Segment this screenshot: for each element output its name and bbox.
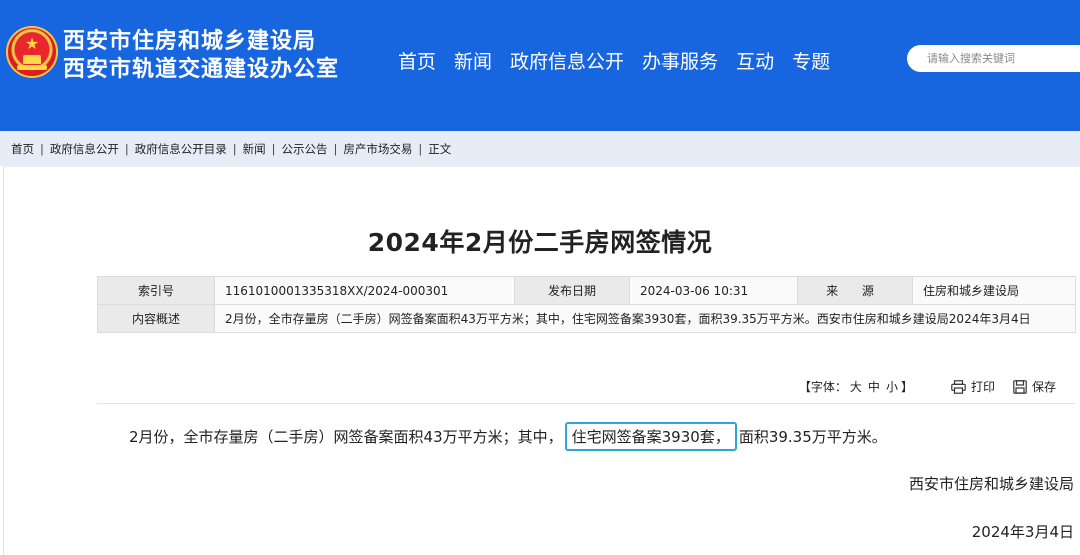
breadcrumb-separator: | [232,141,237,156]
nav-item-home[interactable]: 首页 [398,48,436,76]
nav-item-topics[interactable]: 专题 [792,48,830,76]
save-button[interactable]: 保存 [1013,378,1056,395]
breadcrumb: 首页 | 政府信息公开 | 政府信息公开目录 | 新闻 | 公示公告 | 房产市… [0,131,1080,166]
emblem-star: ★ [24,34,40,53]
nav-item-services[interactable]: 办事服务 [642,48,718,76]
source-label: 来 源 [797,276,913,305]
article-signature: 西安市住房和城乡建设局 [908,475,1074,493]
breadcrumb-separator: | [333,141,338,156]
body-text-part2: 面积39.35万平方米。 [738,428,887,446]
nav-item-interaction[interactable]: 互动 [736,48,774,76]
meta-row-1: 索引号 1161010001335318XX/2024-000301 发布日期 … [97,276,1076,305]
national-emblem-icon[interactable]: ★ [6,26,58,78]
summary-value: 2月份，全市存量房（二手房）网签备案面积43万平方米；其中，住宅网签备案3930… [214,304,1076,333]
summary-label: 内容概述 [97,304,215,333]
body-text-part1: 2月份，全市存量房（二手房）网签备案面积43万平方米；其中， [129,428,563,446]
breadcrumb-real-estate-trading[interactable]: 房产市场交易 [343,141,412,157]
print-label: 打印 [970,380,995,394]
font-size-label-open: 【字体： [798,380,847,394]
index-number-label: 索引号 [97,276,215,305]
emblem-gate [23,55,41,64]
index-number-value: 1161010001335318XX/2024-000301 [214,276,515,305]
breadcrumb-gov-info[interactable]: 政府信息公开 [50,141,119,157]
breadcrumb-separator: | [418,141,423,156]
breadcrumb-separator: | [40,141,44,156]
breadcrumb-news[interactable]: 新闻 [243,141,266,157]
highlighted-text: 住宅网签备案3930套， [564,422,737,451]
article-tools: 【字体： 大 中 小 】 打印 保存 [799,378,1056,395]
source-value: 住房和城乡建设局 [912,276,1076,305]
org-name-primary[interactable]: 西安市住房和城乡建设局 [63,29,316,55]
font-size-large[interactable]: 大 [850,378,862,395]
breadcrumb-home[interactable]: 首页 [11,141,34,157]
article-body: 2月份，全市存量房（二手房）网签备案面积43万平方米；其中， 住宅网签备案3930… [129,422,887,451]
font-size-medium[interactable]: 中 [868,378,880,395]
font-size-small[interactable]: 小 [886,378,898,395]
search-input[interactable] [907,45,1080,72]
nav-item-gov-info[interactable]: 政府信息公开 [510,48,624,76]
article-title: 2024年2月份二手房网签情况 [367,228,713,257]
floppy-save-icon [1013,379,1027,394]
site-header: ★ 西安市住房和城乡建设局 西安市轨道交通建设办公室 首页 新闻 政府信息公开 … [0,0,1080,131]
save-label: 保存 [1031,380,1056,394]
breadcrumb-gov-info-catalog[interactable]: 政府信息公开目录 [135,141,227,157]
article-meta-table: 索引号 1161010001335318XX/2024-000301 发布日期 … [97,276,1076,333]
font-size-tool: 【字体： 大 中 小 】 [799,378,913,395]
nav-item-news[interactable]: 新闻 [454,48,492,76]
printer-icon [951,379,966,394]
breadcrumb-announcements[interactable]: 公示公告 [282,141,328,157]
font-size-label-close: 】 [900,380,913,394]
publish-date-label: 发布日期 [514,276,630,305]
org-name-secondary[interactable]: 西安市轨道交通建设办公室 [63,57,339,83]
content-divider [97,403,1075,404]
breadcrumb-separator: | [124,141,129,156]
print-button[interactable]: 打印 [951,378,995,395]
publish-date-value: 2024-03-06 10:31 [629,276,798,305]
emblem-base [17,65,47,70]
breadcrumb-separator: | [271,141,276,156]
breadcrumb-current: 正文 [428,141,452,156]
meta-row-2: 内容概述 2月份，全市存量房（二手房）网签备案面积43万平方米；其中，住宅网签备… [97,304,1076,333]
article-date: 2024年3月4日 [971,523,1074,541]
main-nav: 首页 新闻 政府信息公开 办事服务 互动 专题 [398,48,830,76]
